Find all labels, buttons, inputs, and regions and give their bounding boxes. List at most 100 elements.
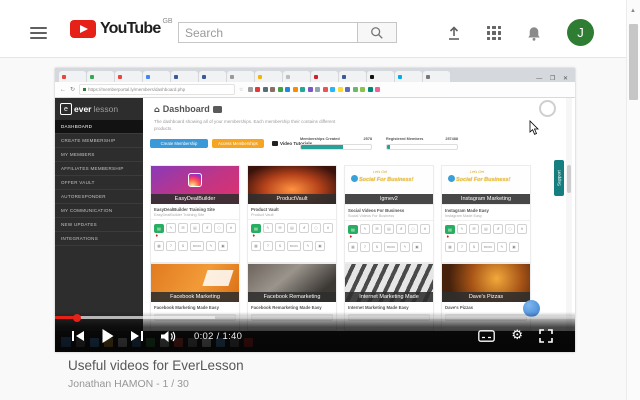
apps-button[interactable] — [484, 24, 504, 42]
card-thumbnail: Let's GetSocial For Business!lgmev2 — [345, 166, 433, 205]
youtube-play-icon — [70, 20, 96, 38]
card-subtext: Instagram Made Easy — [442, 214, 530, 221]
tab-favicon-icon — [342, 75, 346, 79]
tab-favicon-icon — [258, 75, 262, 79]
stat-memberships-created: Memberships Created2578 — [300, 137, 372, 150]
card-action-icon: ○ — [505, 224, 515, 234]
menu-icon[interactable] — [30, 27, 47, 42]
card-action-icon: ✉ — [469, 224, 479, 234]
playlist-title[interactable]: Useful videos for EverLesson — [68, 358, 244, 373]
dashboard-stats: Memberships Created2578 Registered Membe… — [300, 137, 458, 150]
search-icon — [370, 26, 384, 40]
membership-card: Let's GetSocial For Business!Instagram M… — [441, 165, 531, 263]
card-tool-icon: BOOK — [287, 241, 301, 251]
extension-icon — [323, 87, 328, 92]
membership-cards-row-1: EasyDealBuilderEasyDealBuilder Training … — [150, 165, 531, 263]
dashboard-heading-text: Dashboard — [163, 104, 210, 114]
extension-icon — [248, 87, 253, 92]
progress-handle[interactable] — [73, 314, 81, 322]
time-display: 0:02 / 1:40 — [194, 331, 242, 342]
card-tool-icon: $ — [469, 242, 479, 252]
card-tool-icon: ✎ — [303, 241, 313, 251]
dashboard-description: The dashboard showing all of your member… — [154, 119, 349, 132]
scrollbar-thumb[interactable] — [629, 24, 638, 100]
search-input[interactable] — [178, 22, 357, 43]
browser-tab — [255, 71, 282, 82]
tab-favicon-icon — [370, 75, 374, 79]
tab-favicon-icon — [146, 75, 150, 79]
card-subtitle: Internet Marketing Made Easy — [345, 302, 433, 311]
tab-favicon-icon — [118, 75, 122, 79]
captions-button[interactable] — [478, 330, 495, 342]
youtube-header: YouTube GB J — [0, 0, 640, 58]
browser-tab — [367, 71, 394, 82]
browser-tab — [143, 71, 170, 82]
page-scrollbar[interactable]: ▲ — [626, 0, 640, 400]
play-button[interactable] — [101, 329, 114, 343]
card-thumbnail: Facebook Marketing — [151, 264, 239, 302]
create-membership-button: Create Membership — [150, 139, 208, 148]
extension-icon — [278, 87, 283, 92]
tab-favicon-icon — [230, 75, 234, 79]
notifications-button[interactable] — [524, 24, 544, 42]
membership-card: EasyDealBuilderEasyDealBuilder Training … — [150, 165, 240, 263]
sidebar-item: MY COMMUNICATION — [55, 204, 143, 218]
settings-button[interactable]: ⚙ — [511, 329, 523, 343]
sidebar-item: NEW UPDATES — [55, 218, 143, 232]
browser-tab — [311, 71, 338, 82]
card-subtext: Product Vault — [248, 213, 336, 220]
card-action-icon: ↺ — [396, 224, 406, 234]
volume-button[interactable] — [160, 330, 176, 343]
extension-icon — [375, 87, 380, 92]
card-tool-icon: $ — [372, 242, 382, 252]
extension-icon — [330, 87, 335, 92]
card-tool-icon: ▣ — [315, 241, 325, 251]
bell-icon — [526, 25, 542, 42]
next-button[interactable] — [130, 330, 144, 342]
card-action-icon: ▤ — [481, 224, 491, 234]
url-text: https://memberportal.ly/members/dashboar… — [88, 87, 185, 92]
video-player[interactable]: — ❐ ✕ ← ↻ https://memberportal.ly/member… — [55, 68, 575, 352]
logo-text-main: ever — [74, 104, 92, 114]
browser-tab — [115, 71, 142, 82]
membership-card: Let's GetSocial For Business!lgmev2Socia… — [344, 165, 434, 263]
browser-tab — [87, 71, 114, 82]
card-action-icon: ○ — [408, 224, 418, 234]
youtube-logo[interactable]: YouTube GB — [70, 20, 173, 38]
sidebar-item: OFFER VAULT — [55, 176, 143, 190]
card-tool-icon: ✎ — [497, 242, 507, 252]
extension-icon — [368, 87, 373, 92]
fullscreen-button[interactable] — [539, 329, 553, 343]
card-action-icon: ✉ — [275, 223, 285, 233]
dashboard-buttons: Create Membership Access Memberships Vid… — [150, 139, 312, 148]
progress-bar[interactable] — [55, 316, 575, 319]
card-action-icon: ✉ — [178, 223, 188, 233]
card-subtitle: Facebook Remarketing Made Easy — [248, 302, 336, 311]
stat-bar — [386, 144, 458, 151]
upload-button[interactable] — [444, 24, 464, 42]
video-tutorials-icon — [272, 141, 278, 146]
in-video-scrollbar — [566, 98, 572, 331]
search-button[interactable] — [357, 22, 397, 43]
browser-tab — [199, 71, 226, 82]
extension-icon — [308, 87, 313, 92]
account-avatar[interactable]: J — [567, 19, 594, 46]
previous-button[interactable] — [71, 330, 85, 342]
extension-icon — [255, 87, 260, 92]
browser-tab — [59, 71, 86, 82]
card-action-icon: ✎ — [166, 223, 176, 233]
card-action-icon: ▤ — [384, 224, 394, 234]
bookmark-star-icon: ☆ — [239, 87, 243, 93]
card-action-icon: ✎ — [263, 223, 273, 233]
card-tool-icon: ✎ — [400, 242, 410, 252]
logo-wordmark: YouTube — [100, 20, 160, 38]
scroll-up-arrow-icon[interactable]: ▲ — [630, 8, 636, 14]
player-controls: 0:02 / 1:40 ⚙ — [55, 312, 575, 352]
card-tool-icon: $ — [178, 241, 188, 251]
card-subtitle: Product Vault — [248, 204, 336, 213]
card-title: Internet Marketing Made — [345, 292, 433, 302]
sidebar-item: DASHBOARD — [55, 120, 143, 134]
dashboard-heading: ⌂ Dashboard — [154, 104, 222, 114]
card-thumbnail: EasyDealBuilder — [151, 166, 239, 204]
back-icon: ← — [60, 87, 66, 93]
